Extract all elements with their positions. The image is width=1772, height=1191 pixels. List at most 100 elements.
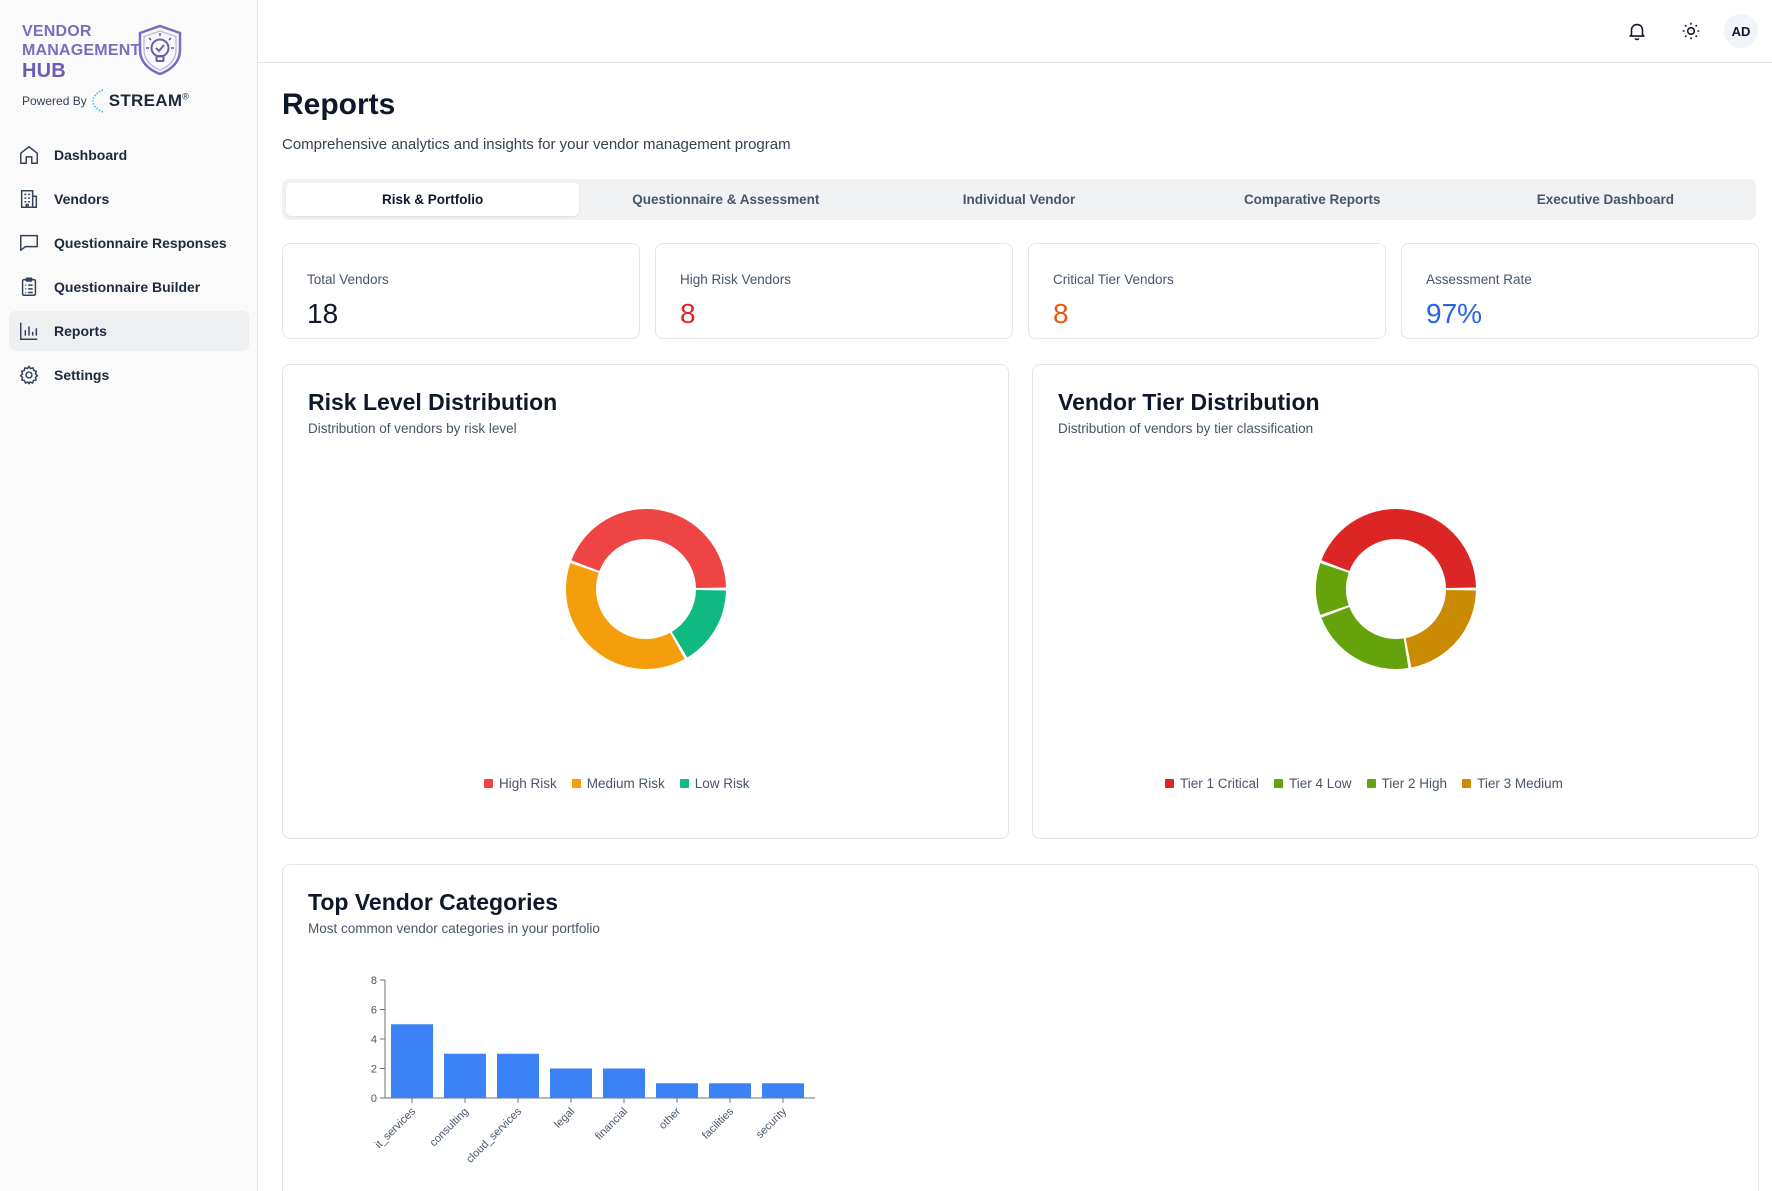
sidebar-item-questionnaire-builder[interactable]: Questionnaire Builder bbox=[9, 267, 249, 307]
tab-comparative-reports[interactable]: Comparative Reports bbox=[1166, 183, 1459, 216]
sidebar-item-settings[interactable]: Settings bbox=[9, 355, 249, 395]
sidebar-item-label: Questionnaire Responses bbox=[54, 235, 227, 251]
card-subtitle: Most common vendor categories in your po… bbox=[308, 921, 600, 936]
legend-item[interactable]: Tier 1 Critical bbox=[1165, 776, 1259, 791]
y-tick-label: 0 bbox=[371, 1093, 377, 1105]
legend-label: Medium Risk bbox=[586, 776, 665, 791]
tab-individual-vendor[interactable]: Individual Vendor bbox=[872, 183, 1165, 216]
donut-slice-tier-3-medium[interactable] bbox=[1405, 589, 1476, 668]
legend-label: Tier 1 Critical bbox=[1180, 776, 1260, 791]
stat-value: 97% bbox=[1426, 298, 1483, 329]
legend-swatch bbox=[571, 779, 581, 788]
stat-card-total-vendors: Total Vendors 18 bbox=[282, 243, 640, 339]
legend-item[interactable]: Tier 4 Low bbox=[1274, 776, 1352, 791]
legend-item[interactable]: High Risk bbox=[484, 776, 557, 791]
bar-it_services[interactable] bbox=[391, 1024, 433, 1098]
card-title: Top Vendor Categories bbox=[308, 889, 559, 915]
sidebar-item-label: Reports bbox=[54, 323, 107, 339]
x-tick-label: legal bbox=[552, 1106, 577, 1131]
legend-label: High Risk bbox=[499, 776, 557, 791]
sidebar-item-label: Settings bbox=[54, 367, 110, 383]
app-logo[interactable]: VENDOR MANAGEMENT HUB Powered By STREAM® bbox=[22, 22, 242, 114]
stream-text: STREAM bbox=[108, 91, 183, 110]
legend-swatch bbox=[679, 779, 689, 788]
card-title: Risk Level Distribution bbox=[308, 389, 558, 415]
y-tick-label: 4 bbox=[371, 1034, 377, 1046]
stat-card-assessment-rate: Assessment Rate 97% bbox=[1401, 243, 1759, 339]
sun-icon[interactable] bbox=[1680, 20, 1702, 42]
x-tick-label: cloud_services bbox=[464, 1105, 524, 1165]
bar-security[interactable] bbox=[762, 1083, 804, 1098]
report-tabs: Risk & Portfolio Questionnaire & Assessm… bbox=[282, 179, 1756, 220]
legend-label: Tier 3 Medium bbox=[1477, 776, 1563, 791]
legend-item[interactable]: Medium Risk bbox=[571, 776, 665, 791]
y-tick-label: 2 bbox=[371, 1064, 377, 1076]
powered-by: Powered By STREAM® bbox=[22, 88, 189, 114]
bar-chart-icon bbox=[20, 322, 38, 340]
stat-value: 8 bbox=[1053, 298, 1069, 329]
legend-swatch bbox=[1366, 779, 1376, 788]
bar-legal[interactable] bbox=[550, 1068, 592, 1099]
card-subtitle: Distribution of vendors by risk level bbox=[308, 421, 517, 436]
donut-slice-tier-4-low[interactable] bbox=[1316, 563, 1349, 615]
donut-slice-medium-risk[interactable] bbox=[566, 563, 685, 669]
sidebar-item-label: Questionnaire Builder bbox=[54, 279, 201, 295]
y-tick-label: 6 bbox=[371, 1005, 377, 1017]
tier-legend: Tier 1 Critical Tier 4 Low Tier 2 High Tier… bbox=[1165, 776, 1563, 791]
x-tick-label: other bbox=[657, 1105, 683, 1131]
sidebar-item-questionnaire-responses[interactable]: Questionnaire Responses bbox=[9, 223, 249, 263]
tab-risk-portfolio[interactable]: Risk & Portfolio bbox=[286, 183, 580, 216]
categories-bar-chart: 0 2 4 6 8 it_services consultingcloud_services… bbox=[371, 975, 815, 1166]
sidebar: VENDOR MANAGEMENT HUB Powered By STREAM®… bbox=[0, 0, 258, 1191]
registered-mark: ® bbox=[182, 91, 190, 102]
top-bar bbox=[258, 0, 1772, 63]
tab-executive-dashboard[interactable]: Executive Dashboard bbox=[1459, 183, 1752, 216]
stat-value: 8 bbox=[680, 298, 696, 329]
stat-card-critical-tier-vendors: Critical Tier Vendors 8 bbox=[1028, 243, 1386, 339]
sidebar-item-vendors[interactable]: Vendors bbox=[9, 179, 249, 219]
stat-label: Critical Tier Vendors bbox=[1053, 272, 1174, 287]
legend-item[interactable]: Tier 2 High bbox=[1366, 776, 1448, 791]
x-tick-label: consulting bbox=[428, 1106, 472, 1150]
card-subtitle: Distribution of vendors by tier classifi… bbox=[1058, 421, 1314, 436]
sidebar-item-label: Dashboard bbox=[54, 147, 128, 163]
stream-wordmark: STREAM® bbox=[109, 91, 190, 111]
bar-cloud_services[interactable] bbox=[497, 1053, 539, 1098]
stat-value: 18 bbox=[307, 298, 339, 329]
x-tick-label: security bbox=[754, 1105, 790, 1141]
legend-swatch bbox=[484, 779, 493, 788]
stream-mark-icon bbox=[91, 89, 104, 113]
x-tick-label: financial bbox=[593, 1106, 630, 1143]
page-subtitle: Comprehensive analytics and insights for… bbox=[282, 136, 791, 153]
shield-lightbulb-icon bbox=[138, 24, 182, 76]
message-square-icon bbox=[20, 234, 38, 252]
bar-other[interactable] bbox=[656, 1083, 698, 1098]
building-icon bbox=[20, 190, 38, 208]
sidebar-item-label: Vendors bbox=[54, 191, 110, 207]
sidebar-nav: Dashboard Vendors Questionnaire Response… bbox=[9, 135, 249, 399]
stat-label: High Risk Vendors bbox=[680, 272, 792, 287]
sidebar-item-dashboard[interactable]: Dashboard bbox=[9, 135, 249, 175]
stat-card-high-risk-vendors: High Risk Vendors 8 bbox=[655, 243, 1013, 339]
x-tick-label: it_services bbox=[373, 1105, 419, 1151]
donut-slice-tier-2-high[interactable] bbox=[1321, 606, 1409, 669]
sidebar-item-reports[interactable]: Reports bbox=[9, 311, 249, 351]
y-tick-label: 8 bbox=[371, 975, 377, 987]
page-title: Reports bbox=[282, 88, 396, 121]
bar-facilities[interactable] bbox=[709, 1083, 751, 1098]
gear-icon bbox=[19, 365, 39, 385]
bar-financial[interactable] bbox=[603, 1068, 645, 1099]
user-avatar[interactable]: AD bbox=[1724, 14, 1758, 48]
donut-slice-low-risk[interactable] bbox=[671, 589, 726, 658]
bell-icon[interactable] bbox=[1626, 20, 1648, 42]
legend-swatch bbox=[1274, 779, 1284, 788]
bar-consulting[interactable] bbox=[444, 1053, 486, 1098]
legend-label: Tier 2 High bbox=[1381, 776, 1448, 791]
powered-by-label: Powered By bbox=[22, 94, 87, 108]
legend-item[interactable]: Tier 3 Medium bbox=[1462, 776, 1563, 791]
legend-item[interactable]: Low Risk bbox=[679, 776, 750, 791]
clipboard-list-icon bbox=[21, 277, 37, 296]
stat-label: Total Vendors bbox=[307, 272, 389, 287]
card-title: Vendor Tier Distribution bbox=[1058, 389, 1320, 415]
tab-questionnaire-assessment[interactable]: Questionnaire & Assessment bbox=[579, 183, 872, 216]
